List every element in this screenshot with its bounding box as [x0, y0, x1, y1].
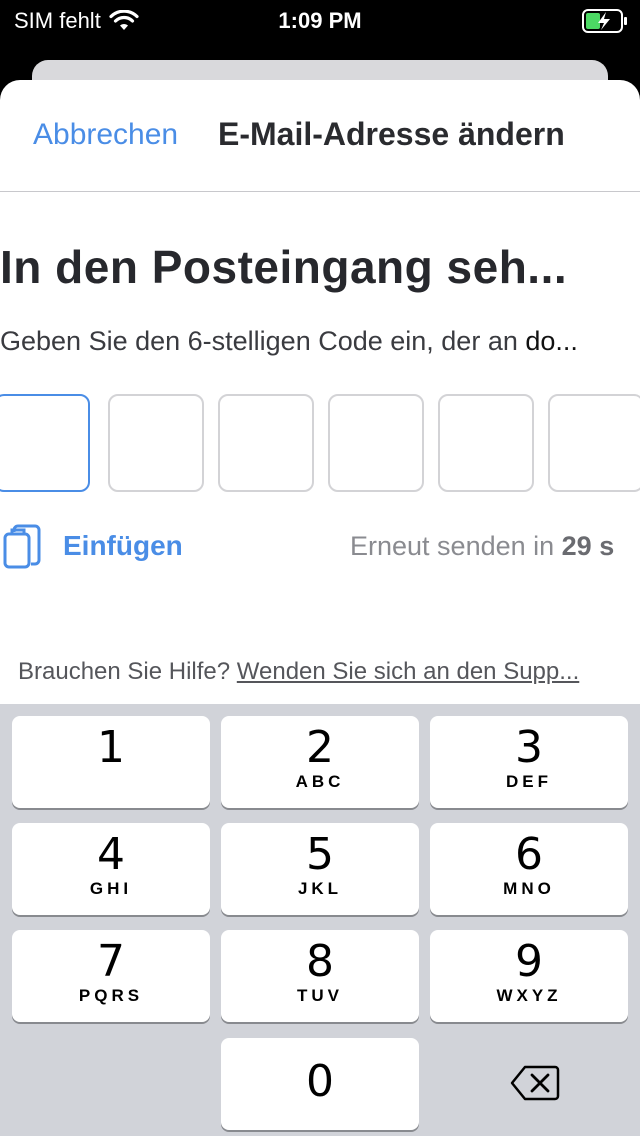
navigation-bar: Abbrechen E-Mail-Adresse ändern	[0, 80, 640, 192]
key-letters: JKL	[297, 879, 343, 898]
key-letters: WXYZ	[496, 986, 562, 1005]
key-letters: TUV	[297, 986, 343, 1005]
resend-timer: Erneut senden in 29 s	[350, 531, 614, 562]
help-row: Brauchen Sie Hilfe? Wenden Sie sich an d…	[18, 658, 628, 686]
code-digit-3[interactable]	[218, 394, 314, 492]
key-digit: 2	[306, 722, 334, 773]
status-time: 1:09 PM	[278, 8, 362, 33]
numeric-keyboard: 1 2 ABC 3 DEF 4 GHI 5 JKL 6 MNO 7 PQRS 8…	[0, 704, 640, 1136]
resend-countdown: 29 s	[561, 531, 615, 561]
key-7[interactable]: 7 PQRS	[12, 930, 210, 1022]
instruction-text: Geben Sie den 6-stelligen Code ein, der …	[0, 326, 640, 357]
code-digit-4[interactable]	[328, 394, 424, 492]
key-9[interactable]: 9 WXYZ	[430, 930, 628, 1022]
delete-key[interactable]	[430, 1038, 628, 1130]
key-0[interactable]: 0	[221, 1038, 419, 1130]
backspace-icon	[510, 1065, 560, 1101]
key-digit: 7	[97, 936, 125, 987]
key-letters: GHI	[89, 879, 133, 898]
code-digit-1[interactable]	[0, 394, 90, 492]
page-title: E-Mail-Adresse ändern	[218, 116, 565, 152]
key-letters: PQRS	[78, 986, 144, 1005]
contact-support-link[interactable]: Wenden Sie sich an den Supp...	[237, 658, 579, 685]
key-4[interactable]: 4 GHI	[12, 823, 210, 915]
key-5[interactable]: 5 JKL	[221, 823, 419, 915]
heading: In den Posteingang seh...	[0, 241, 568, 293]
key-digit: 0	[306, 1056, 334, 1107]
paste-button[interactable]: Einfügen	[63, 530, 183, 562]
key-digit: 1	[97, 722, 125, 773]
email-address: do...	[525, 326, 578, 356]
battery-charging-icon	[582, 9, 627, 33]
paste-row: Einfügen Erneut senden in 29 s	[0, 520, 640, 574]
code-digit-6[interactable]	[548, 394, 640, 492]
key-digit: 9	[515, 936, 543, 987]
code-input-group	[0, 394, 640, 492]
key-3[interactable]: 3 DEF	[430, 716, 628, 808]
key-digit: 6	[515, 829, 543, 880]
key-1[interactable]: 1	[12, 716, 210, 808]
key-2[interactable]: 2 ABC	[221, 716, 419, 808]
code-digit-2[interactable]	[108, 394, 204, 492]
key-digit: 3	[515, 722, 543, 773]
key-6[interactable]: 6 MNO	[430, 823, 628, 915]
resend-label: Erneut senden in	[350, 531, 562, 561]
key-letters: DEF	[506, 772, 552, 791]
clipboard-icon[interactable]	[2, 524, 42, 570]
key-digit: 5	[306, 829, 334, 880]
code-digit-5[interactable]	[438, 394, 534, 492]
key-digit: 8	[306, 936, 334, 987]
key-8[interactable]: 8 TUV	[221, 930, 419, 1022]
instruction-prefix: Geben Sie den 6-stelligen Code ein, der …	[0, 326, 526, 356]
help-text: Brauchen Sie Hilfe?	[18, 658, 237, 685]
key-digit: 4	[97, 829, 125, 880]
status-bar: SIM fehlt 1:09 PM	[0, 0, 640, 42]
key-letters: ABC	[295, 772, 345, 791]
cancel-button[interactable]: Abbrechen	[33, 118, 178, 152]
key-letters: MNO	[503, 879, 555, 898]
